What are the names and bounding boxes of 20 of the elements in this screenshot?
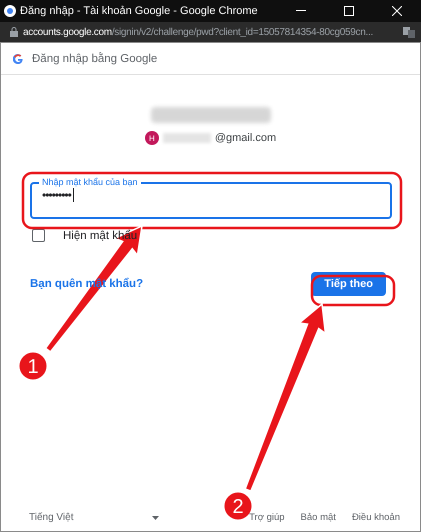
footer-link[interactable]: Bảo mật bbox=[300, 512, 336, 523]
google-logo-icon bbox=[13, 54, 23, 64]
browser-icon bbox=[4, 5, 16, 17]
dropdown-caret-icon[interactable] bbox=[152, 516, 159, 520]
close-icon[interactable] bbox=[392, 6, 402, 16]
email-suffix: @gmail.com bbox=[214, 132, 276, 144]
maximize-icon[interactable] bbox=[344, 6, 354, 16]
footer-link[interactable]: Điều khoản bbox=[352, 512, 400, 523]
page-header-title: Đăng nhập bằng Google bbox=[32, 52, 158, 64]
avatar: H bbox=[144, 131, 159, 145]
footer-link[interactable]: Trợ giúp bbox=[249, 512, 285, 523]
translate-icon[interactable] bbox=[403, 26, 415, 38]
minimize-icon[interactable] bbox=[296, 10, 306, 12]
password-field[interactable]: Nhập mật khẩu của bạn ••••••••• bbox=[30, 177, 392, 219]
language-select[interactable]: Tiếng Việt bbox=[29, 512, 152, 523]
show-password-checkbox[interactable] bbox=[32, 229, 45, 242]
lock-icon bbox=[10, 27, 18, 37]
window-title: Đăng nhập - Tài khoản Google - Google Chrome bbox=[20, 5, 259, 17]
field-label: Nhập mật khẩu của bạn bbox=[41, 177, 139, 188]
blurred-email bbox=[162, 133, 211, 143]
